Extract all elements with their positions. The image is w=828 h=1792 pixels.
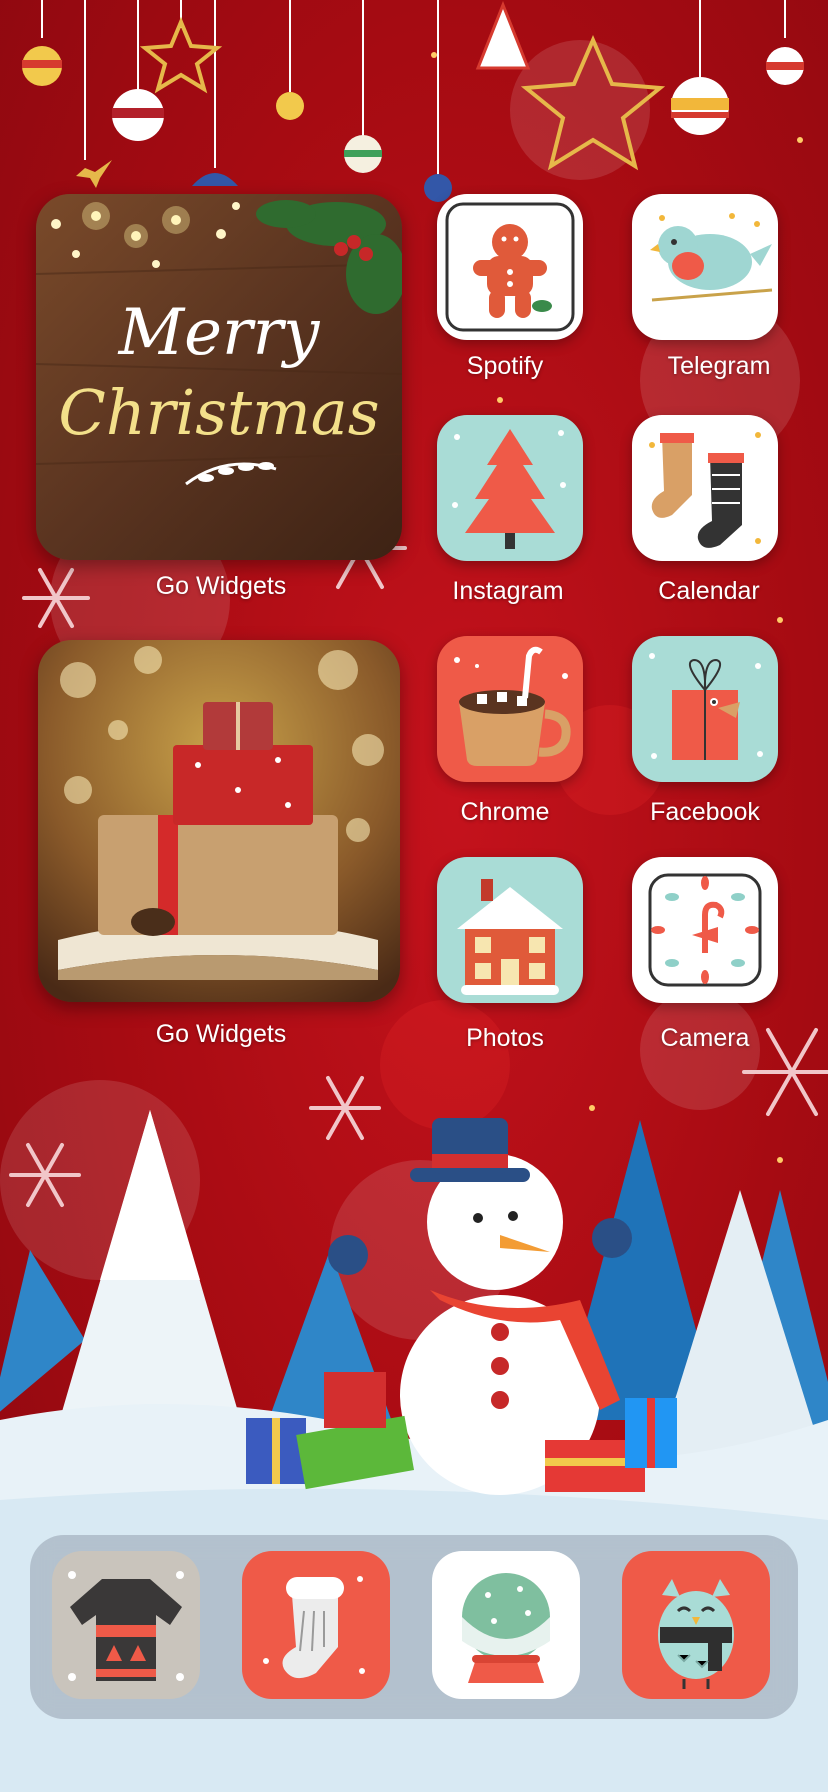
gift-boxes-on-book-photo xyxy=(38,640,400,1002)
app-instagram[interactable] xyxy=(437,415,583,561)
app-label-instagram: Instagram xyxy=(452,577,564,605)
christmas-tree-icon xyxy=(452,429,566,549)
app-photos[interactable] xyxy=(437,857,583,1003)
gift-photo-widget[interactable] xyxy=(38,640,400,1002)
ugly-sweater-icon xyxy=(68,1571,184,1681)
widget-label-2[interactable]: Go Widgets xyxy=(156,1020,287,1049)
app-facebook[interactable] xyxy=(632,636,778,782)
dock-app-2[interactable] xyxy=(242,1551,390,1699)
owl-icon xyxy=(658,1579,734,1689)
app-label-chrome: Chrome xyxy=(460,798,550,826)
hot-cocoa-icon xyxy=(454,646,571,766)
stockings-icon xyxy=(649,432,761,548)
snow-globe-icon xyxy=(462,1573,550,1683)
app-telegram[interactable] xyxy=(632,194,778,340)
app-label-telegram: Telegram xyxy=(667,352,771,380)
app-label-calendar: Calendar xyxy=(658,577,760,605)
app-spotify[interactable] xyxy=(437,194,583,340)
ornament-decor xyxy=(22,46,804,202)
candy-cane-clock-icon xyxy=(648,873,762,987)
merry-christmas-widget[interactable]: Merry Christmas xyxy=(36,194,402,560)
dock-app-4[interactable] xyxy=(622,1551,770,1699)
widget-label-1[interactable]: Go Widgets xyxy=(156,572,287,601)
dock-app-1[interactable] xyxy=(52,1551,200,1699)
merry-christmas-wood-photo: Merry Christmas xyxy=(36,194,402,560)
app-camera[interactable] xyxy=(632,857,778,1003)
app-calendar[interactable] xyxy=(632,415,778,561)
app-label-camera: Camera xyxy=(660,1024,750,1052)
merry-text: Merry xyxy=(118,296,321,370)
christmas-text: Christmas xyxy=(58,376,379,449)
bird-icon xyxy=(650,213,773,302)
gift-box-icon xyxy=(649,653,763,760)
app-label-photos: Photos xyxy=(466,1024,544,1052)
christmas-stocking-icon xyxy=(263,1576,365,1679)
snowy-house-icon xyxy=(457,879,563,995)
app-label-spotify: Spotify xyxy=(466,352,544,380)
dock-app-3[interactable] xyxy=(432,1551,580,1699)
app-label-facebook: Facebook xyxy=(650,798,760,826)
app-chrome[interactable] xyxy=(437,636,583,782)
gingerbread-man-icon xyxy=(445,202,575,332)
